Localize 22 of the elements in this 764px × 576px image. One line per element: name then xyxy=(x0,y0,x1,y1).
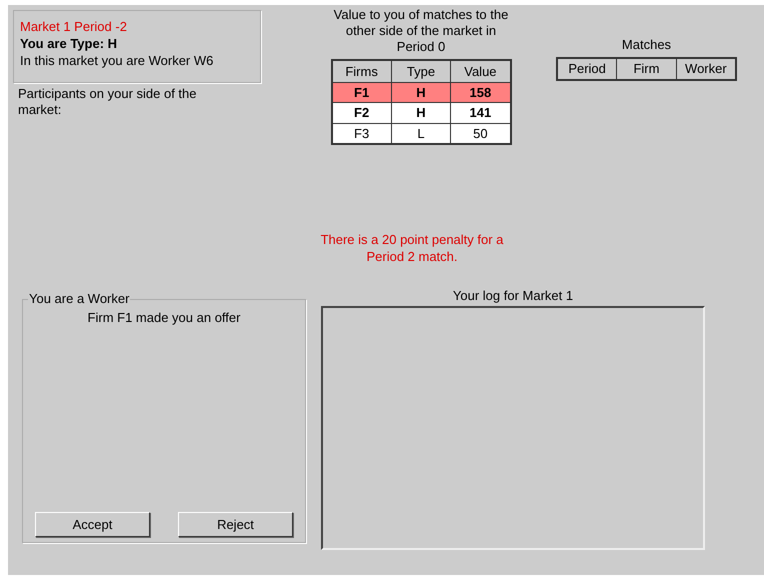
table-cell: 141 xyxy=(450,102,510,123)
market-period-label: Market 1 Period -2 xyxy=(20,18,128,35)
action-button[interactable]: Reject xyxy=(178,512,293,537)
penalty-notice: There is a 20 point penalty for a Period 2 match. xyxy=(320,231,504,265)
type-label: You are Type: H xyxy=(20,35,118,52)
table-cell: F1 xyxy=(332,82,392,102)
action-button[interactable]: Accept xyxy=(35,512,150,537)
table-cell: 50 xyxy=(450,123,510,144)
role-label: In this market you are Worker W6 xyxy=(20,52,214,69)
table-cell: F3 xyxy=(332,123,392,144)
column-header: Type xyxy=(391,60,451,82)
values-title: Value to you of matches to the other side of the market in Period 0 xyxy=(334,7,508,55)
participants-label: Participants on your side of the market: xyxy=(18,86,198,118)
matches-title: Matches xyxy=(622,37,672,53)
offer-message: Firm F1 made you an offer xyxy=(86,310,242,326)
column-header: Firms xyxy=(332,60,392,82)
table-cell: H xyxy=(391,102,451,123)
table-cell: L xyxy=(391,123,451,144)
log-title: Your log for Market 1 xyxy=(452,288,574,304)
table-cell: F2 xyxy=(332,102,392,123)
table-cell: H xyxy=(391,82,451,102)
table-cell: 158 xyxy=(450,82,510,102)
